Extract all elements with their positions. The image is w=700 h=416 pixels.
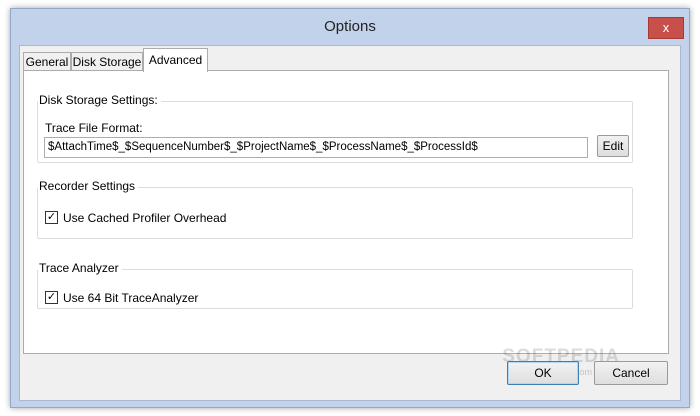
- close-icon: x: [662, 20, 670, 35]
- use-cached-profiler-overhead-checkbox[interactable]: ✓ Use Cached Profiler Overhead: [45, 210, 305, 226]
- tab-general[interactable]: General: [23, 52, 71, 71]
- recorder-settings-group: Recorder Settings ✓ Use Cached Profiler …: [37, 179, 633, 239]
- checkmark-icon[interactable]: ✓: [45, 291, 58, 304]
- checkmark-icon[interactable]: ✓: [45, 211, 58, 224]
- cancel-button[interactable]: Cancel: [594, 361, 668, 385]
- trace-analyzer-group: Trace Analyzer ✓ Use 64 Bit TraceAnalyze…: [37, 261, 633, 309]
- disk-storage-settings-legend: Disk Storage Settings:: [38, 93, 161, 108]
- use-64-bit-traceanalyzer-checkbox[interactable]: ✓ Use 64 Bit TraceAnalyzer: [45, 290, 305, 306]
- trace-file-format-input[interactable]: $AttachTime$_$SequenceNumber$_$ProjectNa…: [44, 137, 588, 158]
- recorder-settings-legend: Recorder Settings: [38, 179, 139, 194]
- use-cached-profiler-overhead-label: Use Cached Profiler Overhead: [63, 211, 227, 225]
- dialog-client-area: General Disk Storage Advanced Disk Stora…: [19, 45, 681, 401]
- window-title: Options: [324, 18, 376, 35]
- options-window: Options x General Disk Storage Advanced …: [10, 8, 690, 408]
- trace-analyzer-legend: Trace Analyzer: [38, 261, 122, 276]
- use-64-bit-traceanalyzer-label: Use 64 Bit TraceAnalyzer: [63, 291, 199, 305]
- close-button[interactable]: x: [648, 17, 684, 39]
- disk-storage-settings-group: Disk Storage Settings: Trace File Format…: [37, 93, 633, 163]
- tab-advanced[interactable]: Advanced: [143, 48, 208, 72]
- title-bar[interactable]: Options x: [11, 9, 689, 45]
- trace-file-format-label: Trace File Format:: [45, 121, 143, 135]
- advanced-tab-panel: Disk Storage Settings: Trace File Format…: [23, 70, 669, 354]
- edit-button[interactable]: Edit: [597, 135, 629, 157]
- tab-disk-storage[interactable]: Disk Storage: [71, 52, 143, 71]
- ok-button[interactable]: OK: [507, 361, 579, 385]
